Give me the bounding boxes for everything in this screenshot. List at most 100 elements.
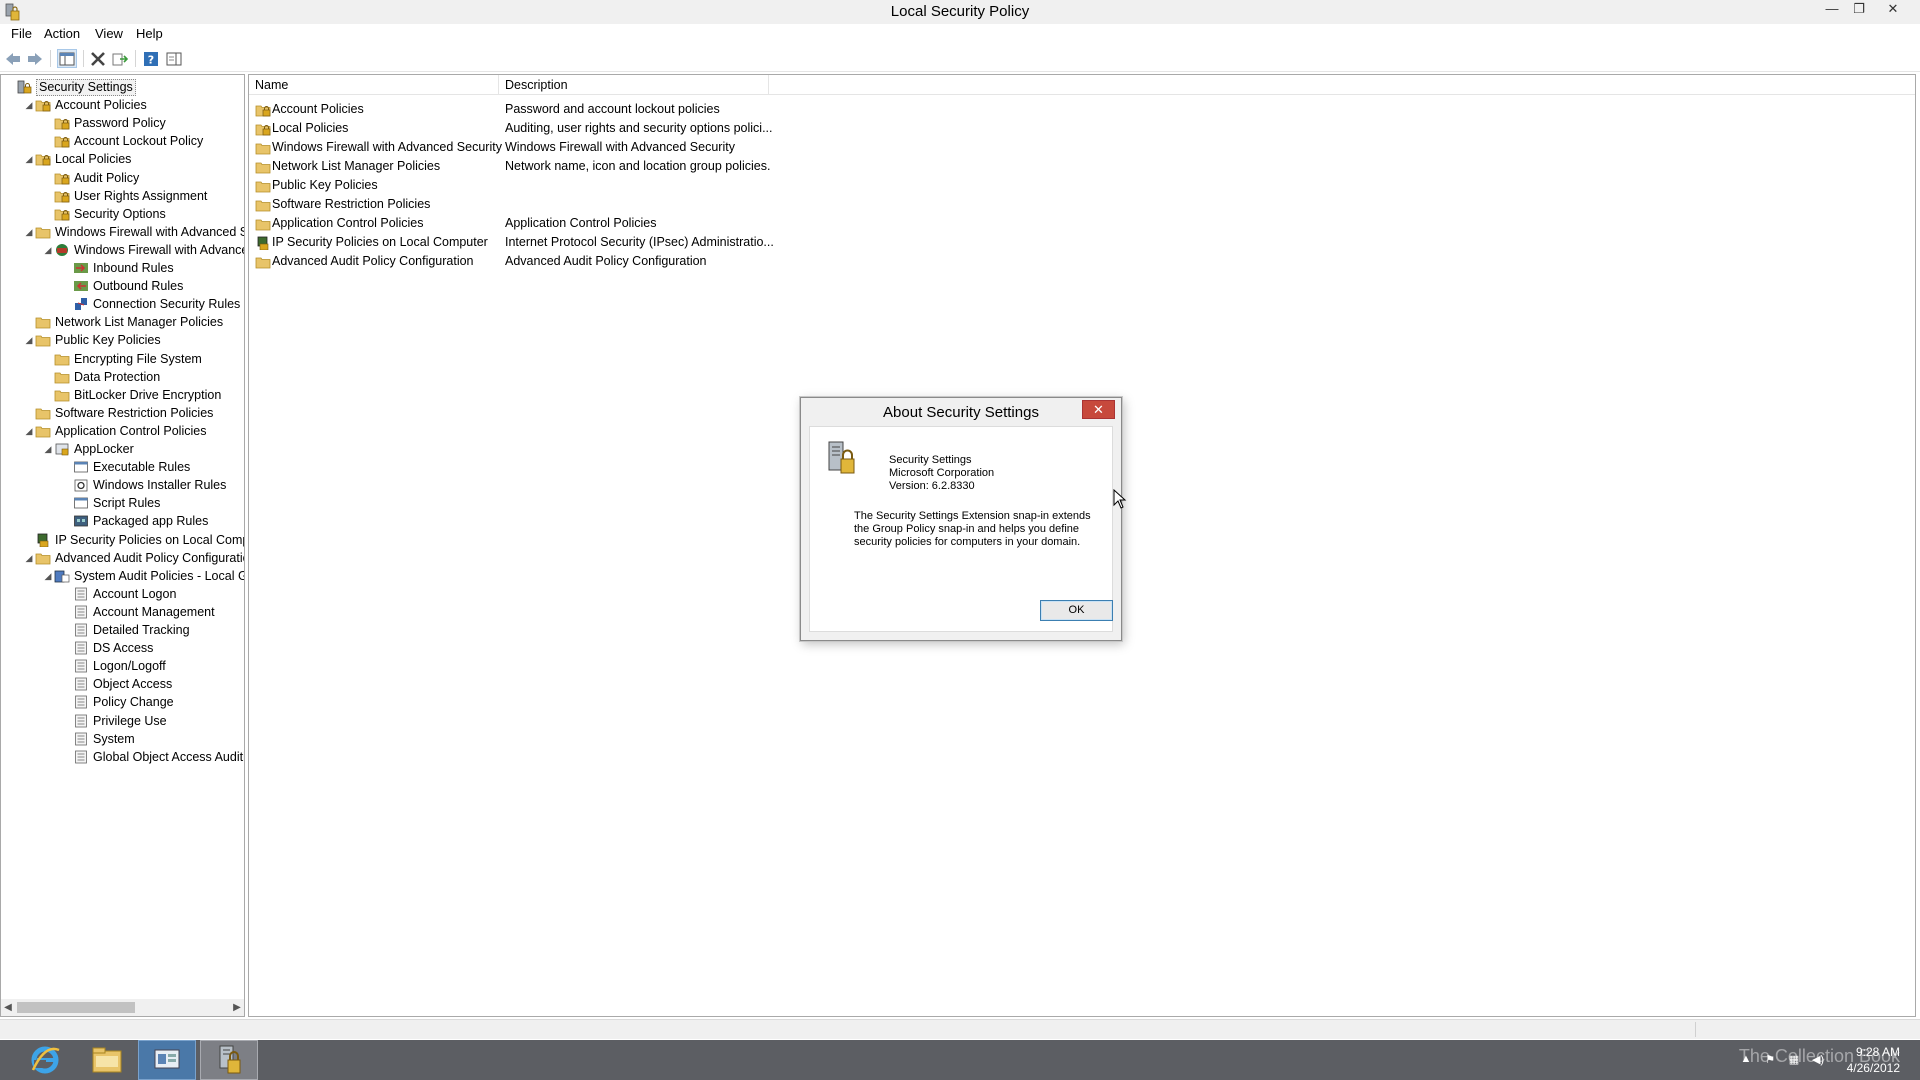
tree-item[interactable]: Inbound Rules xyxy=(61,259,174,277)
tree-item[interactable]: Privilege Use xyxy=(61,712,167,730)
internet-explorer-icon[interactable] xyxy=(16,1040,74,1080)
list-item[interactable]: IP Security Policies on Local Computer In… xyxy=(249,233,1049,252)
scroll-left-icon[interactable]: ◀ xyxy=(1,999,15,1016)
tree-item[interactable]: Security Options xyxy=(42,205,166,223)
list-item[interactable]: Windows Firewall with Advanced Security W… xyxy=(249,138,1049,157)
restore-button[interactable]: ❐ xyxy=(1846,0,1872,18)
tree-item[interactable]: DS Access xyxy=(61,639,153,657)
tree-item[interactable]: Object Access xyxy=(61,675,172,693)
column-header-name[interactable]: Name xyxy=(249,75,499,95)
list-item[interactable]: Application Control Policies Application … xyxy=(249,214,1049,233)
expand-arrow-icon[interactable]: ◢ xyxy=(23,150,35,168)
menu-help[interactable]: Help xyxy=(136,26,163,41)
menu-view[interactable]: View xyxy=(95,26,123,41)
server-manager-icon[interactable] xyxy=(138,1040,196,1080)
expand-arrow-icon[interactable]: ◢ xyxy=(23,96,35,114)
expand-arrow-icon[interactable]: ◢ xyxy=(42,440,54,458)
help-icon[interactable]: ? xyxy=(141,49,161,68)
show-hidden-icons-icon[interactable]: ▲ xyxy=(1739,1053,1753,1067)
audit-category-icon xyxy=(73,659,89,673)
tree-item[interactable]: Policy Change xyxy=(61,693,174,711)
tree-item[interactable]: ◢ Local Policies xyxy=(23,150,132,168)
column-header-description[interactable]: Description xyxy=(499,75,769,95)
tree-item[interactable]: ◢ AppLocker xyxy=(42,440,134,458)
expand-arrow-icon[interactable]: ◢ xyxy=(42,241,54,259)
ok-button[interactable]: OK xyxy=(1040,600,1113,621)
export-list-icon[interactable] xyxy=(110,49,130,68)
tree-horizontal-scrollbar[interactable]: ◀ ▶ xyxy=(1,999,244,1016)
tree-item[interactable]: ◢ Windows Firewall with Advanced Security xyxy=(23,223,244,241)
folder-icon xyxy=(255,160,271,174)
volume-icon[interactable]: ◀) xyxy=(1811,1053,1825,1067)
menu-file[interactable]: File xyxy=(11,26,32,41)
delete-icon[interactable] xyxy=(88,49,108,68)
local-security-policy-taskbar-icon[interactable] xyxy=(200,1040,258,1080)
back-icon[interactable] xyxy=(3,49,23,68)
scrollbar-thumb[interactable] xyxy=(17,1002,135,1013)
list-item[interactable]: Local Policies Auditing, user rights and … xyxy=(249,119,1049,138)
network-icon[interactable]: ▦ xyxy=(1787,1053,1801,1067)
tree-item[interactable]: Executable Rules xyxy=(61,458,190,476)
tree-item[interactable]: IP Security Policies on Local Computer xyxy=(23,531,244,549)
policy-folder-icon xyxy=(54,189,70,203)
system-clock[interactable]: 9:28 AM 4/26/2012 xyxy=(1847,1044,1900,1076)
tree-item[interactable]: Encrypting File System xyxy=(42,350,202,368)
tree-item[interactable]: Password Policy xyxy=(42,114,166,132)
show-hide-action-pane-icon[interactable] xyxy=(164,49,184,68)
tree-item-label: Windows Firewall with Advanced Security xyxy=(55,224,244,239)
show-hide-console-tree-icon[interactable] xyxy=(57,49,77,68)
tree-item-label: Application Control Policies xyxy=(55,423,207,438)
scroll-right-icon[interactable]: ▶ xyxy=(230,999,244,1016)
tree-item[interactable]: Logon/Logoff xyxy=(61,657,166,675)
list-item[interactable]: Advanced Audit Policy Configuration Advan… xyxy=(249,252,1049,271)
list-item[interactable]: Software Restriction Policies xyxy=(249,195,1049,214)
tree-item[interactable]: Account Management xyxy=(61,603,215,621)
minimize-button[interactable]: — xyxy=(1819,0,1845,18)
expand-arrow-icon[interactable]: ◢ xyxy=(23,422,35,440)
expand-arrow-icon[interactable]: ◢ xyxy=(42,567,54,585)
expand-arrow-icon[interactable]: ◢ xyxy=(23,223,35,241)
list-item[interactable]: Network List Manager Policies Network nam… xyxy=(249,157,1049,176)
list-item[interactable]: Account Policies Password and account loc… xyxy=(249,100,1049,119)
tree-item[interactable]: Account Lockout Policy xyxy=(42,132,203,150)
tree-item[interactable]: Detailed Tracking xyxy=(61,621,190,639)
tree-item[interactable]: Software Restriction Policies xyxy=(23,404,213,422)
tree-item-label: Windows Installer Rules xyxy=(93,478,227,493)
console-tree[interactable]: Security Settings ◢ Account Policies Passwo… xyxy=(0,74,245,1017)
clock-time: 9:28 AM xyxy=(1855,1045,1900,1059)
tree-item[interactable]: User Rights Assignment xyxy=(42,187,207,205)
tree-item[interactable]: Script Rules xyxy=(61,494,160,512)
tree-item[interactable]: ◢ Public Key Policies xyxy=(23,331,161,349)
tree-item[interactable]: ◢ System Audit Policies - Local Group Pol… xyxy=(42,567,244,585)
close-button[interactable]: ✕ xyxy=(1880,0,1906,18)
dialog-close-button[interactable]: ✕ xyxy=(1082,400,1115,419)
tree-item[interactable]: Network List Manager Policies xyxy=(23,313,223,331)
tree-item[interactable]: Outbound Rules xyxy=(61,277,183,295)
forward-icon[interactable] xyxy=(25,49,45,68)
list-item[interactable]: Public Key Policies xyxy=(249,176,1049,195)
expand-arrow-icon[interactable]: ◢ xyxy=(23,331,35,349)
tree-item[interactable]: Account Logon xyxy=(61,585,176,603)
tree-item[interactable]: BitLocker Drive Encryption xyxy=(42,386,221,404)
expand-arrow-icon[interactable]: ◢ xyxy=(23,549,35,567)
tree-item[interactable]: Connection Security Rules xyxy=(61,295,240,313)
tree-item[interactable]: Data Protection xyxy=(42,368,160,386)
tree-item[interactable]: Global Object Access Auditing xyxy=(61,748,244,766)
menu-action[interactable]: Action xyxy=(44,26,80,41)
tree-item[interactable]: Audit Policy xyxy=(42,169,139,187)
tree-item[interactable]: ◢ Advanced Audit Policy Configuration xyxy=(23,549,244,567)
tree-item[interactable]: System xyxy=(61,730,135,748)
tree-item[interactable]: ◢ Account Policies xyxy=(23,96,147,114)
tree-item[interactable]: ◢ Windows Firewall with Advanced Security… xyxy=(42,241,244,259)
dialog-title: About Security Settings xyxy=(883,404,1039,421)
tree-item[interactable]: ◢ Application Control Policies xyxy=(23,422,207,440)
folder-icon xyxy=(255,217,271,231)
applocker-icon xyxy=(54,442,70,456)
tree-item[interactable]: Security Settings xyxy=(4,78,136,96)
list-item-name: Local Policies xyxy=(272,121,349,135)
tree-item[interactable]: Windows Installer Rules xyxy=(61,476,226,494)
tree-item[interactable]: Packaged app Rules xyxy=(61,512,208,530)
file-explorer-icon[interactable] xyxy=(78,1040,136,1080)
tree-item-label: BitLocker Drive Encryption xyxy=(74,387,222,402)
action-center-flag-icon[interactable]: ⚑ xyxy=(1763,1053,1777,1067)
